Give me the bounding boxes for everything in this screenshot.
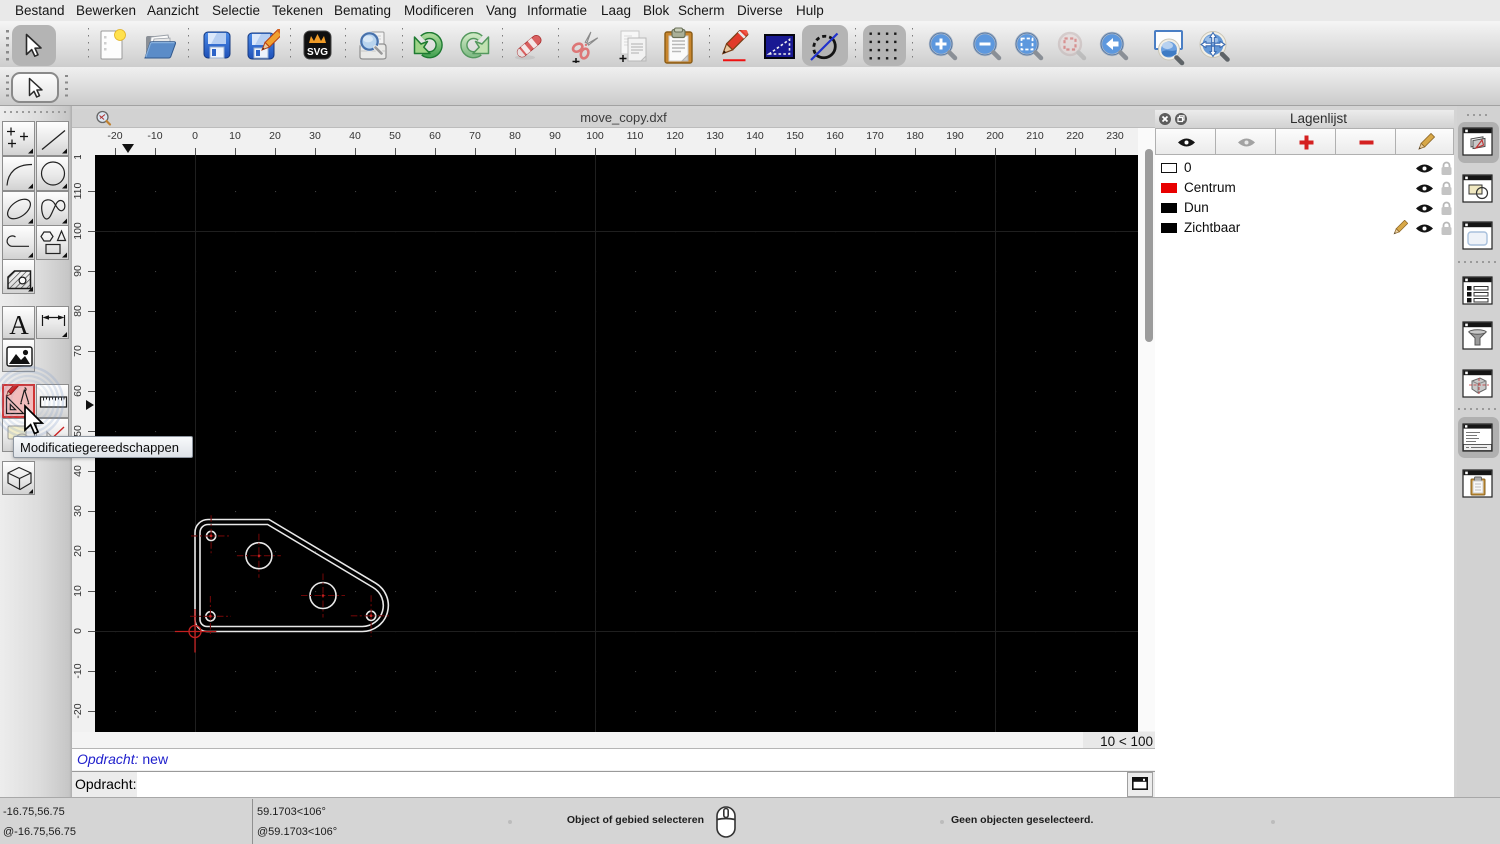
svg-text:A: A	[9, 310, 29, 340]
svg-text:SVG: SVG	[307, 47, 328, 58]
